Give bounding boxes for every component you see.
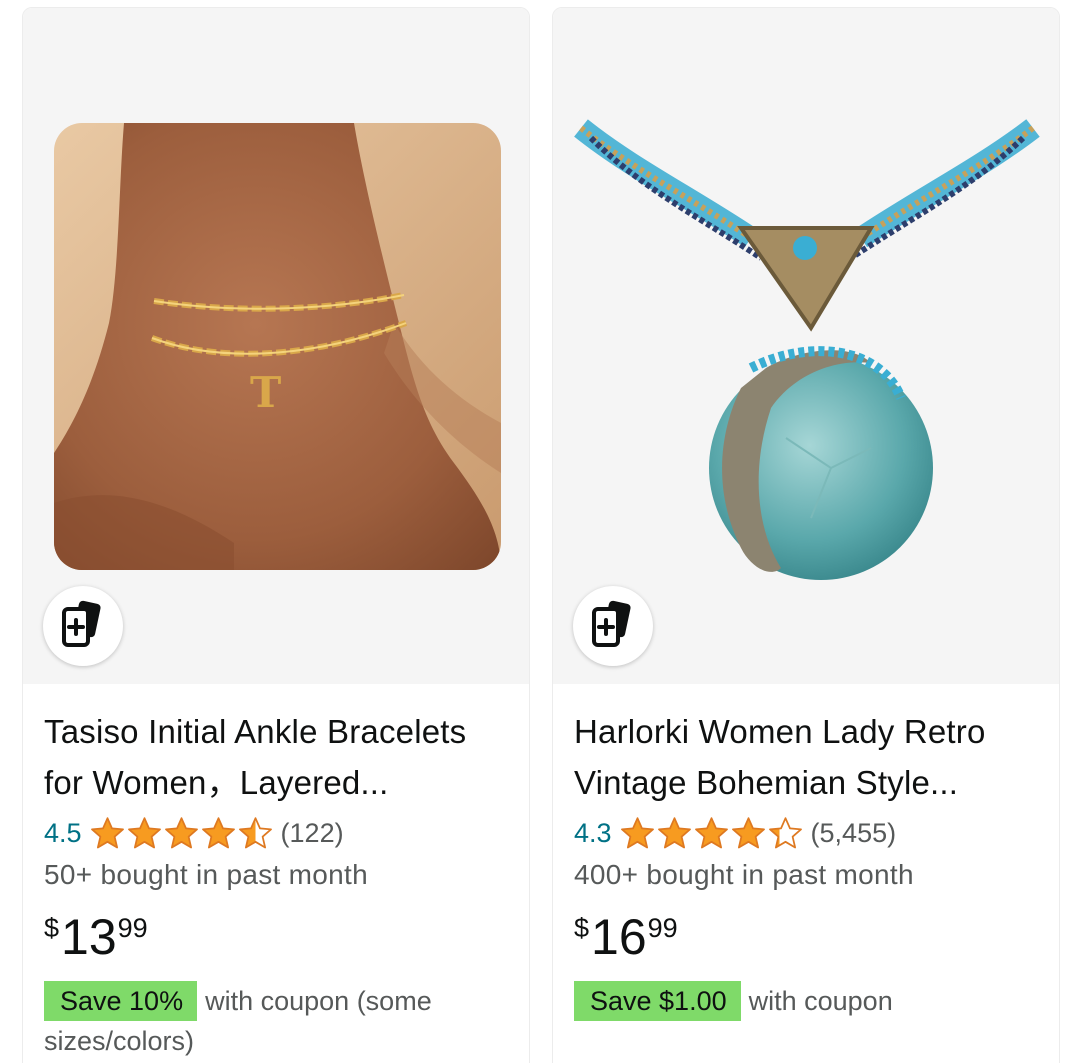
price-symbol: $ <box>574 913 590 943</box>
compare-cards-icon <box>56 597 110 656</box>
bought-count: 50+ bought in past month <box>44 859 368 890</box>
price: $ 16 99 <box>574 907 1039 967</box>
rating-row[interactable]: 4.3 (5,455) <box>574 811 1039 855</box>
coupon-text: with coupon <box>748 986 893 1016</box>
review-count[interactable]: (5,455) <box>811 818 897 849</box>
product-image-necklace[interactable] <box>571 108 1043 588</box>
compare-button[interactable] <box>573 586 653 666</box>
star-icon <box>201 816 235 848</box>
price: $ 13 99 <box>44 907 509 967</box>
star-icon <box>768 816 802 848</box>
rating-row[interactable]: 4.5 (122) <box>44 811 509 855</box>
product-title[interactable]: Tasiso Initial Ankle Bracelets for Women… <box>44 706 509 808</box>
star-icon <box>657 816 691 848</box>
star-icon <box>731 816 765 848</box>
bought-count: 400+ bought in past month <box>574 859 914 890</box>
price-whole: 16 <box>591 909 647 965</box>
price-fraction: 99 <box>117 913 148 943</box>
product-image-area[interactable]: T <box>23 8 529 684</box>
rating-value[interactable]: 4.3 <box>574 818 612 849</box>
product-card[interactable]: T Tasiso Initial Ankle Bracelets for Wom… <box>22 7 530 1063</box>
star-icon <box>127 816 161 848</box>
pendant-letter: T <box>250 368 281 417</box>
rating-value[interactable]: 4.5 <box>44 818 82 849</box>
product-info: Tasiso Initial Ankle Bracelets for Women… <box>23 684 529 1061</box>
star-icon <box>90 816 124 848</box>
price-symbol: $ <box>44 913 60 943</box>
compare-cards-icon <box>586 597 640 656</box>
coupon-row: Save 10% with coupon (some sizes/colors) <box>44 981 509 1061</box>
star-rating[interactable] <box>90 816 273 851</box>
star-rating[interactable] <box>620 816 803 851</box>
star-icon <box>694 816 728 848</box>
product-image-area[interactable] <box>553 8 1059 684</box>
price-fraction: 99 <box>647 913 678 943</box>
review-count[interactable]: (122) <box>281 818 344 849</box>
coupon-row: Save $1.00 with coupon <box>574 981 1039 1021</box>
star-icon <box>164 816 198 848</box>
product-image-anklet[interactable]: T <box>54 123 501 570</box>
star-icon <box>238 816 272 848</box>
product-card[interactable]: Harlorki Women Lady Retro Vintage Bohemi… <box>552 7 1060 1063</box>
product-info: Harlorki Women Lady Retro Vintage Bohemi… <box>553 684 1059 1021</box>
product-grid: T Tasiso Initial Ankle Bracelets for Wom… <box>0 0 1080 1063</box>
coupon-badge[interactable]: Save $1.00 <box>574 981 741 1021</box>
compare-button[interactable] <box>43 586 123 666</box>
star-icon <box>620 816 654 848</box>
price-whole: 13 <box>61 909 117 965</box>
coupon-badge[interactable]: Save 10% <box>44 981 198 1021</box>
product-title[interactable]: Harlorki Women Lady Retro Vintage Bohemi… <box>574 706 1039 808</box>
